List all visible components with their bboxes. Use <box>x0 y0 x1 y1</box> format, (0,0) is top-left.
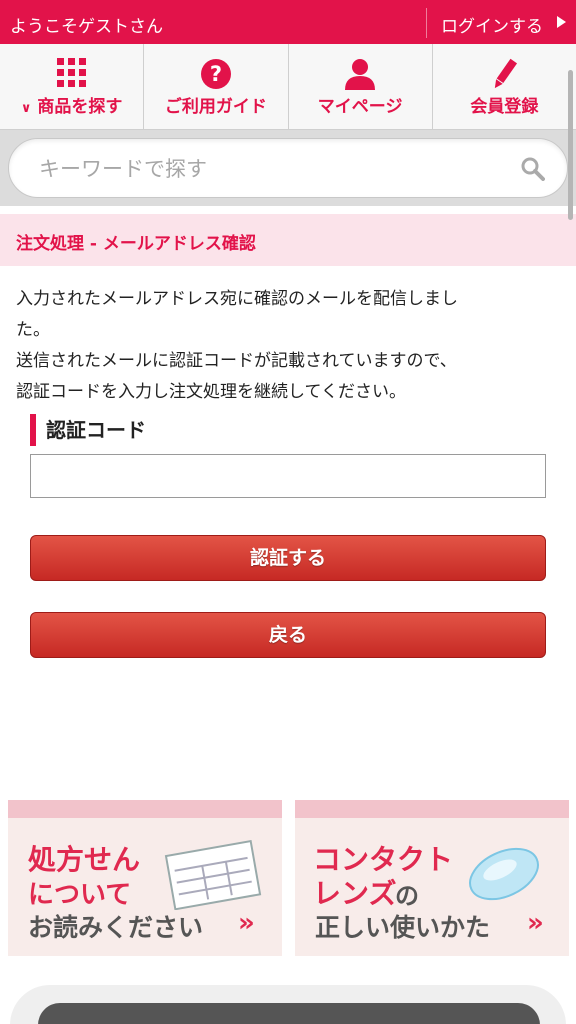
banner-prescription-line1: 処方せん <box>28 843 141 876</box>
help-icon: ? <box>200 59 231 89</box>
pencil-icon <box>495 58 518 89</box>
nav-label-register: 会員登録 <box>470 97 539 117</box>
banner-lens-usage[interactable]: コンタクト レンズ の 正しい使いかた » <box>295 800 569 956</box>
triangle-right-icon <box>557 16 566 28</box>
nav-label-guide: ご利用ガイド <box>164 97 267 117</box>
banner-prescription-line3: お読みください <box>28 913 204 942</box>
intro-line: た。 <box>16 320 50 340</box>
chevron-down-icon: ∨ <box>20 101 32 116</box>
scrollbar[interactable] <box>568 70 573 220</box>
nav-item-register[interactable]: 会員登録 <box>433 44 576 129</box>
page-title: 注文処理 - メールアドレス確認 <box>16 234 256 254</box>
user-icon <box>345 59 376 90</box>
login-button[interactable]: ログインする <box>426 8 576 38</box>
banner-prescription-line2: について <box>28 880 132 910</box>
code-label: 認証コード <box>30 414 146 446</box>
intro-text: 入力されたメールアドレス宛に確認のメールを配信しまし た。 送信されたメールに認… <box>16 284 556 408</box>
search-bar <box>0 130 576 206</box>
banner-prescription[interactable]: 処方せん について お読みください » <box>8 800 282 956</box>
banner-lens-line2: レンズ <box>313 877 397 910</box>
login-label: ログインする <box>441 17 543 37</box>
intro-line: 送信されたメールに認証コードが記載されていますので、 <box>16 351 457 371</box>
banner-lens-line3: 正しい使いかた <box>315 913 491 942</box>
banner-lens-line2b: の <box>395 882 419 910</box>
verify-button[interactable]: 認証する <box>30 535 546 581</box>
grid-icon <box>56 58 86 87</box>
svg-text:?: ? <box>210 62 222 86</box>
search-box <box>8 138 568 198</box>
double-chevron-right-icon: » <box>527 908 544 938</box>
contact-lens-icon <box>469 847 539 901</box>
page-header: 注文処理 - メールアドレス確認 <box>0 214 576 266</box>
double-chevron-right-icon: » <box>238 908 255 938</box>
search-input[interactable] <box>39 147 499 191</box>
search-icon[interactable] <box>521 157 545 181</box>
nav-label-mypage: マイページ <box>317 97 403 117</box>
nav-item-mypage[interactable]: マイページ <box>289 44 433 129</box>
verification-code-input[interactable] <box>30 454 546 498</box>
nav-item-guide[interactable]: ? ご利用ガイド <box>144 44 289 129</box>
intro-line: 入力されたメールアドレス宛に確認のメールを配信しまし <box>16 289 458 309</box>
welcome-text: ようこそゲストさん <box>10 17 163 37</box>
back-button[interactable]: 戻る <box>30 612 546 658</box>
nav-label-products: ∨ 商品を探す <box>20 97 123 117</box>
intro-line: 認証コードを入力し注文処理を継続してください。 <box>16 382 406 402</box>
main-nav: ∨ 商品を探す ? ご利用ガイド マイページ 会員登録 <box>0 44 576 130</box>
prescription-sheet-icon <box>164 840 262 910</box>
footer-dark-bar <box>38 1003 540 1024</box>
nav-item-products[interactable]: ∨ 商品を探す <box>0 44 145 129</box>
top-bar: ようこそゲストさん ログインする <box>0 0 576 44</box>
